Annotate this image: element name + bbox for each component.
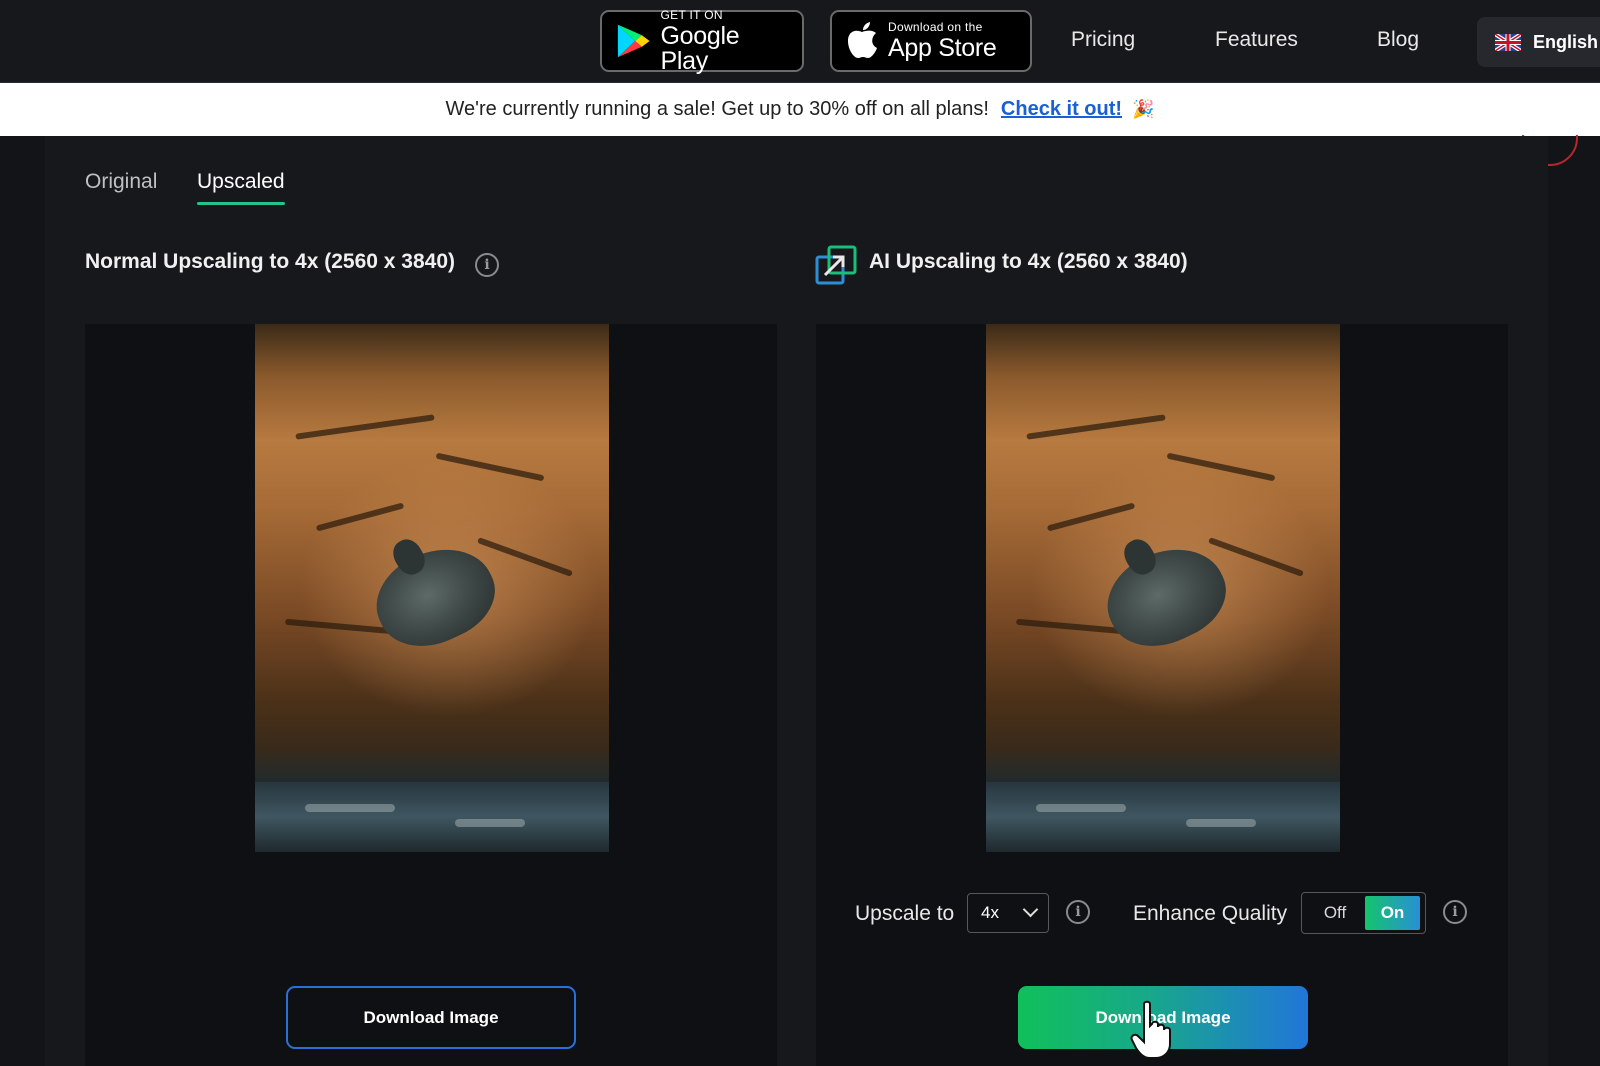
info-icon[interactable]: i <box>475 253 499 277</box>
ai-upscale-icon <box>815 245 857 285</box>
enhance-quality-label: Enhance Quality <box>1133 902 1288 925</box>
ai-upscaling-title: AI Upscaling to 4x (2560 x 3840) <box>869 250 1188 273</box>
google-play-icon <box>617 24 650 58</box>
banner-text: We're currently running a sale! Get up t… <box>445 98 989 120</box>
toggle-on-option[interactable]: On <box>1365 896 1420 930</box>
normal-upscaled-image <box>255 324 609 852</box>
normal-download-button[interactable]: Download Image <box>286 986 576 1049</box>
nav-link-pricing[interactable]: Pricing <box>1071 28 1135 52</box>
language-label: English <box>1533 31 1599 52</box>
apple-icon <box>848 22 877 58</box>
nav-link-features[interactable]: Features <box>1215 28 1298 52</box>
ai-upscaled-image <box>986 324 1340 852</box>
enhance-quality-toggle[interactable]: Off On <box>1301 892 1426 934</box>
normal-upscaling-title: Normal Upscaling to 4x (2560 x 3840) <box>85 250 455 273</box>
nav-link-blog[interactable]: Blog <box>1377 28 1419 52</box>
sale-banner: We're currently running a sale! Get up t… <box>0 83 1600 136</box>
uk-flag-icon <box>1495 33 1521 51</box>
language-selector[interactable]: English <box>1477 17 1600 67</box>
top-nav: GET IT ON Google Play Download on the Ap… <box>0 0 1600 83</box>
enhance-info-icon[interactable]: i <box>1443 900 1467 924</box>
banner-link[interactable]: Check it out! <box>1001 98 1122 121</box>
app-store-big: App Store <box>888 34 997 62</box>
tab-original[interactable]: Original <box>85 170 157 194</box>
app-store-small: Download on the <box>888 20 983 34</box>
toggle-off-option[interactable]: Off <box>1305 903 1365 923</box>
hand-cursor-icon <box>1130 1000 1171 1059</box>
app-store-badge[interactable]: Download on the App Store <box>830 10 1032 72</box>
upscale-factor-value: 4x <box>981 903 999 922</box>
upscale-to-label: Upscale to <box>855 902 955 925</box>
upscale-info-icon[interactable]: i <box>1066 900 1090 924</box>
google-play-big: Google Play <box>660 21 740 75</box>
party-icon: 🎉 <box>1132 99 1155 119</box>
chevron-down-icon <box>1022 901 1039 918</box>
google-play-small: GET IT ON <box>660 7 723 22</box>
google-play-badge[interactable]: GET IT ON Google Play <box>600 7 804 75</box>
upscale-factor-select[interactable]: 4x <box>967 893 1049 933</box>
active-tab-indicator <box>197 202 285 205</box>
tab-upscaled[interactable]: Upscaled <box>197 170 285 194</box>
